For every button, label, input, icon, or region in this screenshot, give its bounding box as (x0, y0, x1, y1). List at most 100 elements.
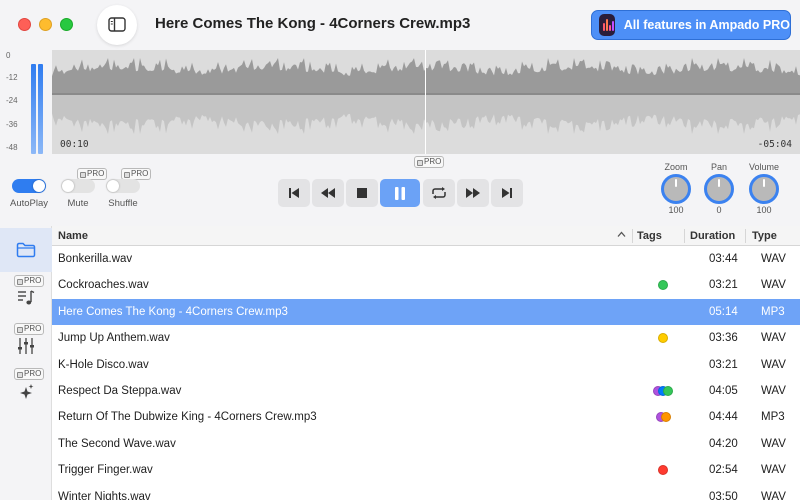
elapsed-time: 00:10 (60, 139, 89, 150)
meter-label: 0 (6, 51, 11, 60)
title-bar: Here Comes The Kong - 4Corners Crew.mp3 … (0, 0, 800, 50)
column-header-tags[interactable]: Tags (637, 230, 662, 242)
fast-forward-button[interactable] (457, 179, 489, 207)
file-name: Cockroaches.wav (58, 279, 149, 292)
zoom-control: Zoom 100 (656, 162, 696, 215)
tag-dot (658, 280, 668, 291)
table-row[interactable]: Trigger Finger.wav 02:54 WAV (52, 457, 800, 483)
autoplay-toggle[interactable] (12, 179, 46, 193)
tag-dot (663, 386, 673, 396)
upgrade-pro-button[interactable]: All features in Ampado PRO (591, 10, 791, 40)
column-separator (684, 229, 685, 243)
minimize-window-button[interactable] (39, 18, 52, 31)
pro-badge: PRO (414, 156, 445, 168)
sidebar-item-files[interactable] (0, 228, 52, 272)
sort-ascending-icon[interactable] (617, 230, 626, 239)
rewind-button[interactable] (312, 179, 344, 207)
playback-controls: AutoPlay PRO Mute PRO Shuffle PRO Zoom 1… (0, 154, 800, 224)
file-type: MP3 (761, 411, 785, 424)
file-type: WAV (761, 253, 786, 265)
file-name: Trigger Finger.wav (58, 464, 153, 477)
column-separator (632, 229, 633, 243)
table-row[interactable]: K-Hole Disco.wav 03:21 WAV (52, 352, 800, 378)
fast-forward-icon (466, 188, 480, 198)
pan-knob[interactable] (704, 174, 734, 204)
file-duration: 05:14 (709, 305, 738, 318)
file-list: Name Tags Duration Type Bonkerilla.wav 03… (52, 226, 800, 500)
zoom-knob[interactable] (661, 174, 691, 204)
file-type: WAV (761, 358, 786, 371)
file-duration: 02:54 (709, 464, 738, 477)
meter-label: -24 (6, 96, 18, 105)
upgrade-pro-label: All features in Ampado PRO (623, 18, 790, 32)
volume-control: Volume 100 (744, 162, 784, 215)
column-header-type[interactable]: Type (752, 230, 777, 242)
rewind-icon (321, 188, 335, 198)
stop-button[interactable] (346, 179, 378, 207)
sidebar-item-playlists[interactable]: PRO (0, 272, 52, 316)
playhead[interactable] (425, 50, 426, 154)
table-row[interactable]: Bonkerilla.wav 03:44 WAV (52, 246, 800, 272)
meter-bar-right (38, 64, 43, 154)
table-row[interactable]: The Second Wave.wav 04:20 WAV (52, 431, 800, 457)
table-row[interactable]: Return Of The Dubwize King - 4Corners Cr… (52, 404, 800, 430)
mute-toggle[interactable] (61, 179, 95, 193)
file-type: WAV (761, 332, 786, 345)
stop-icon (357, 188, 367, 198)
file-duration: 03:50 (709, 490, 738, 500)
sparkles-icon (20, 384, 34, 399)
meter-label: -12 (6, 73, 18, 82)
file-name: Winter Nights.wav (58, 490, 151, 500)
remaining-time: -05:04 (757, 139, 792, 150)
volume-value: 100 (756, 205, 772, 215)
level-meter: 0 -12 -24 -36 -48 (0, 50, 52, 154)
pause-button[interactable] (380, 179, 420, 207)
sidebar: PRO PRO PRO (0, 226, 52, 500)
column-separator (745, 229, 746, 243)
pan-label: Pan (710, 162, 727, 172)
maximize-window-button[interactable] (60, 18, 73, 31)
skip-next-button[interactable] (491, 179, 523, 207)
skip-previous-button[interactable] (278, 179, 310, 207)
skip-previous-icon (289, 188, 299, 198)
file-duration: 04:05 (709, 385, 738, 397)
file-duration: 04:20 (709, 437, 738, 450)
folder-icon (16, 242, 36, 258)
table-row[interactable]: Winter Nights.wav 03:50 WAV (52, 484, 800, 500)
file-duration: 03:21 (709, 358, 738, 371)
file-type: WAV (761, 437, 786, 450)
pause-icon (395, 186, 405, 200)
tag-dots (658, 280, 668, 291)
file-name: K-Hole Disco.wav (58, 358, 149, 371)
list-header: Name Tags Duration Type (52, 226, 800, 246)
column-header-duration[interactable]: Duration (690, 230, 735, 242)
table-row[interactable]: Respect Da Steppa.wav 04:05 WAV (52, 378, 800, 404)
table-row[interactable]: Jump Up Anthem.wav 03:36 WAV (52, 325, 800, 351)
shuffle-toggle[interactable] (106, 179, 140, 193)
sidebar-item-equalizer[interactable]: PRO (0, 319, 52, 363)
file-duration: 03:21 (709, 279, 738, 292)
zoom-label: Zoom (664, 162, 688, 172)
close-window-button[interactable] (18, 18, 31, 31)
skip-next-icon (502, 188, 512, 198)
meter-bar-left (31, 64, 36, 154)
pan-value: 0 (716, 205, 722, 215)
mute-label: Mute (67, 198, 89, 209)
file-type: WAV (761, 464, 786, 477)
volume-label: Volume (748, 162, 780, 172)
column-header-name[interactable]: Name (58, 230, 88, 242)
file-type: WAV (761, 279, 786, 292)
table-row[interactable]: Cockroaches.wav 03:21 WAV (52, 272, 800, 298)
volume-knob[interactable] (749, 174, 779, 204)
file-type: WAV (761, 490, 786, 500)
table-row[interactable]: Here Comes The Kong - 4Corners Crew.mp3 0… (52, 298, 800, 325)
sidebar-item-effects[interactable]: PRO (0, 364, 52, 408)
repeat-button[interactable] (423, 179, 455, 207)
sidebar-toggle-button[interactable] (97, 5, 137, 45)
pro-badge: PRO (14, 323, 45, 335)
tag-dots (655, 412, 671, 423)
file-duration: 03:36 (709, 332, 738, 345)
waveform-view[interactable]: 00:10 -05:04 (52, 50, 800, 154)
meter-label: -48 (6, 143, 18, 152)
waveform-lower (52, 94, 800, 134)
